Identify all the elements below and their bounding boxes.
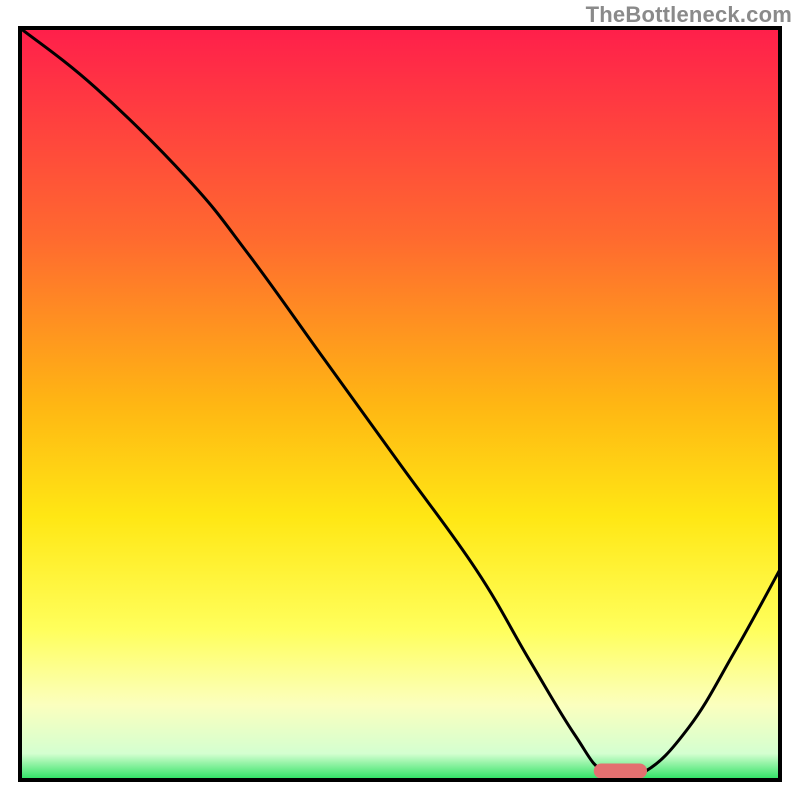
bottleneck-chart — [0, 0, 800, 800]
watermark-text: TheBottleneck.com — [586, 2, 792, 28]
optimal-marker — [594, 763, 647, 778]
plot-background — [20, 28, 780, 780]
